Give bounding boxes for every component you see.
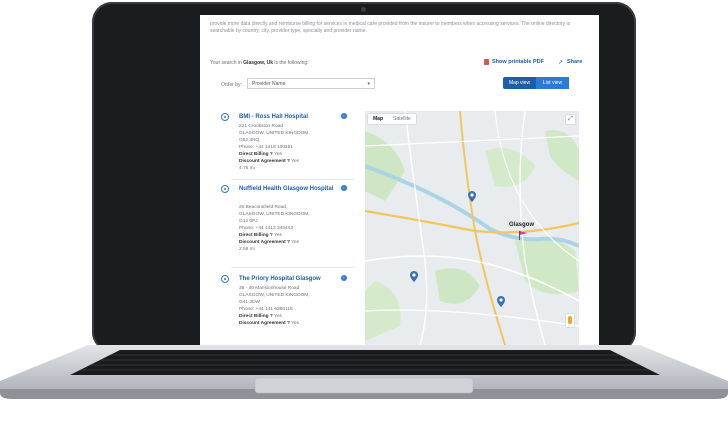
intro-text: provide more data directly and reimburse… (210, 21, 571, 34)
map-type-tabs: Map Satellite (368, 114, 416, 124)
pegman-icon[interactable] (566, 314, 574, 327)
map-marker-icon[interactable] (497, 296, 505, 307)
browser-screen: provide more data directly and reimburse… (200, 15, 599, 345)
address-line: GLASGOW, UNITED KINGDOM, (239, 293, 310, 298)
direct-billing: Direct Billing ? Yes (239, 314, 282, 319)
show-printable-pdf-link[interactable]: Show printable PDF (492, 59, 544, 65)
tab-map[interactable]: Map (368, 114, 388, 124)
address-line: G12 0PJ (239, 219, 258, 224)
chevron-down-icon: ▾ (367, 81, 370, 87)
discount-agreement: Discount Agreement ? Yes (239, 321, 300, 326)
address-line: GLASGOW, UNITED KINGDOM, (239, 212, 310, 217)
provider-list: BMI - Ross Hall Hospital i 221 Crookston… (221, 113, 355, 345)
address-line: 221 Crookston Road (239, 124, 283, 129)
map-city-label: Glasgow (509, 222, 535, 228)
provider-name[interactable]: Nuffield Health Glasgow Hospital (239, 185, 334, 193)
search-summary: Your search in Glasgow, Uk is the follow… (210, 60, 309, 66)
address-line: GLASGOW, UNITED KINGDOM, (239, 131, 310, 136)
location-pin-icon (221, 275, 229, 283)
location-pin-icon (221, 185, 229, 193)
direct-billing: Direct Billing ? Yes (239, 152, 282, 157)
info-icon[interactable]: i (341, 113, 347, 119)
phone: Phone: +44 1413 345443 (239, 226, 294, 231)
map-canvas[interactable] (365, 111, 579, 345)
flag-icon (519, 231, 527, 240)
laptop-base (0, 345, 728, 399)
order-by-value: Provider Name (252, 81, 286, 87)
map-view[interactable]: Glasgow Map Satellite ⤢ (365, 111, 579, 345)
divider (231, 267, 355, 268)
address-line: G52 3NQ (239, 138, 260, 143)
info-icon[interactable]: i (341, 185, 347, 191)
divider (231, 179, 355, 180)
phone: Phone: +44 1418 100151 (239, 145, 294, 150)
address-line: 25 Beaconsfield Road, (239, 205, 288, 210)
discount-agreement: Discount Agreement ? Yes (239, 159, 300, 164)
provider-name[interactable]: The Priory Hospital Glasgow (239, 275, 334, 283)
order-by-label: Order by: (221, 82, 242, 88)
address-line: 38 - 40 Mansionhouse Road (239, 286, 300, 291)
discount-agreement: Discount Agreement ? Yes (239, 240, 300, 245)
direct-billing: Direct Billing ? Yes (239, 233, 282, 238)
distance: 2.58 mi (239, 247, 255, 252)
view-toggle: Map view List view (503, 77, 569, 89)
tab-satellite[interactable]: Satellite (388, 114, 416, 124)
map-marker-icon[interactable] (410, 271, 418, 282)
provider-name[interactable]: BMI - Ross Hall Hospital (239, 113, 334, 121)
info-icon[interactable]: i (341, 275, 347, 281)
fullscreen-icon[interactable]: ⤢ (566, 115, 575, 124)
webcam-icon (361, 7, 366, 12)
search-location: Glasgow, Uk (243, 60, 273, 66)
address-line: G41 3DW (239, 300, 261, 305)
list-view-button[interactable]: List view (536, 77, 569, 89)
map-marker-icon[interactable] (468, 191, 476, 202)
location-pin-icon (221, 113, 229, 121)
map-view-button[interactable]: Map view (503, 77, 536, 89)
phone: Phone: +44 141 6366116 (239, 307, 293, 312)
distance: 4.75 mi (239, 166, 255, 171)
share-icon: ↗ (558, 60, 564, 66)
share-link[interactable]: Share (567, 59, 582, 65)
order-by-select[interactable]: Provider Name ▾ (247, 78, 375, 89)
pdf-icon (484, 59, 489, 65)
